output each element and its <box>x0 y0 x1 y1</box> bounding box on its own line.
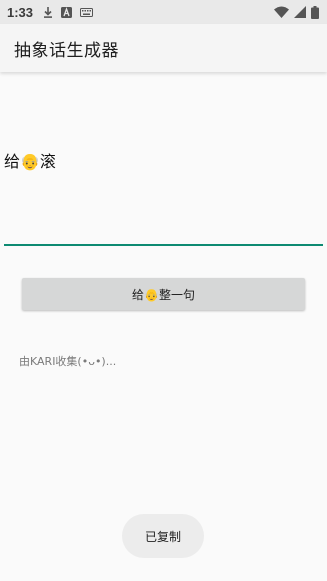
battery-icon <box>311 5 319 19</box>
signal-icon <box>294 6 306 18</box>
keyboard-icon <box>80 7 94 17</box>
copied-toast: 已复制 <box>122 514 204 558</box>
a-square-icon <box>61 6 73 18</box>
generate-button[interactable]: 给👴整一句 <box>22 278 305 310</box>
status-right-group <box>274 5 319 19</box>
credit-text: 由KARI收集(•ᴗ•)... <box>19 355 117 368</box>
wifi-icon <box>274 6 289 18</box>
generated-text-field[interactable]: 给👴滚 <box>4 150 56 174</box>
status-bar: 1:33 <box>0 0 327 24</box>
app-title: 抽象话生成器 <box>14 40 119 61</box>
text-field-underline <box>4 244 323 246</box>
toast-text: 已复制 <box>144 529 181 544</box>
download-icon <box>43 6 53 18</box>
app-bar: 抽象话生成器 <box>0 24 327 72</box>
status-time: 1:33 <box>7 4 34 20</box>
